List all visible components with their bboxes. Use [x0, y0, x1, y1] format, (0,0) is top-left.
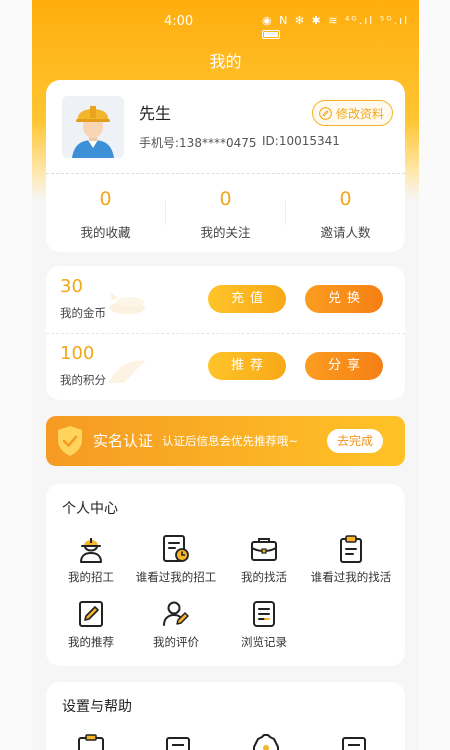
personal-center-card: 个人中心 我的招工 谁看过我的招工 我的找活 谁看过我的找活 我的推荐 我的评价… — [46, 484, 405, 666]
briefcase-icon — [251, 538, 277, 561]
grid-label: 谁看过我的找活 — [310, 570, 392, 584]
divider — [46, 173, 405, 174]
user-id: ID:10015341 — [262, 134, 340, 148]
status-icons: ◉ N ✻ ✱ ≋ ⁴ᴳ.ıl ⁵ᴳ.ıl — [262, 14, 419, 40]
page-title: 我的 — [209, 52, 242, 71]
section-title: 个人中心 — [62, 501, 118, 517]
left-margin — [0, 0, 32, 750]
share-button[interactable]: 分享 — [305, 352, 383, 380]
grid-label: 我的招工 — [68, 570, 114, 584]
points-value: 100 — [60, 343, 95, 364]
verify-title: 实名认证 — [93, 432, 154, 450]
grid-label: 我的评价 — [153, 635, 199, 649]
settings-help-card: 设置与帮助 — [46, 682, 405, 750]
right-margin — [419, 0, 450, 750]
user-name: 先生 — [139, 104, 172, 123]
edit-doc-icon — [79, 601, 103, 627]
stat-value: 0 — [339, 188, 352, 210]
status-time: 4:00 — [164, 14, 194, 29]
stat-label: 邀请人数 — [320, 225, 371, 240]
real-name-verify-banner[interactable]: 实名认证 认证后信息会优先推荐哦~ 去完成 — [46, 416, 405, 466]
help-doc-icon — [342, 737, 366, 750]
profile-card: 先生 手机号:138****0475 ID:10015341 修改资料 0 我的… — [46, 80, 405, 252]
grid-item-my-job-search[interactable]: 我的找活 — [219, 534, 309, 585]
worker-icon — [80, 538, 102, 563]
stat-label: 我的关注 — [200, 225, 251, 240]
points-row: 100 我的积分 推荐 分享 — [46, 333, 405, 400]
clipboard-icon — [340, 535, 362, 563]
app-screen: 4:00 ◉ N ✻ ✱ ≋ ⁴ᴳ.ıl ⁵ᴳ.ıl 我的 先生 手机号:138… — [32, 0, 419, 750]
coins-label: 我的金币 — [60, 306, 106, 320]
wallet-card: 30 我的金币 充值 兑换 100 我的积分 推荐 分享 — [46, 266, 405, 400]
grid-item-my-recruit[interactable]: 我的招工 — [46, 534, 136, 585]
grid-label: 我的找活 — [241, 570, 287, 584]
viewed-list-icon — [163, 535, 189, 562]
coins-row: 30 我的金币 充值 兑换 — [46, 266, 405, 333]
grid-item-my-review[interactable]: 我的评价 — [131, 599, 221, 650]
grid-label: 浏览记录 — [241, 635, 287, 649]
avatar[interactable] — [62, 96, 124, 158]
edit-profile-button[interactable]: 修改资料 — [311, 100, 393, 126]
grid-label: 谁看过我的招工 — [135, 570, 217, 584]
recommend-button[interactable]: 推荐 — [208, 352, 286, 380]
grid-item-my-recommend[interactable]: 我的推荐 — [46, 599, 136, 650]
stat-following[interactable]: 0 我的关注 — [166, 188, 285, 241]
status-bar: 4:00 ◉ N ✻ ✱ ≋ ⁴ᴳ.ıl ⁵ᴳ.ıl — [32, 12, 419, 39]
battery-icon — [262, 29, 280, 39]
phone-number: 手机号:138****0475 — [139, 136, 257, 150]
history-doc-icon — [253, 601, 275, 627]
grid-item-viewed-recruit[interactable]: 谁看过我的招工 — [131, 534, 221, 585]
document-icon — [166, 737, 190, 750]
settings-item-icon — [78, 734, 104, 750]
points-deco-icon — [108, 360, 146, 383]
verify-go-button[interactable]: 去完成 — [327, 429, 383, 453]
coin-deco-icon — [109, 292, 145, 314]
grid-item-browse-history[interactable]: 浏览记录 — [219, 599, 309, 650]
status-icon-glyphs: ◉ N ✻ ✱ ≋ ⁴ᴳ.ıl ⁵ᴳ.ıl — [262, 14, 410, 27]
grid-label: 我的推荐 — [68, 635, 114, 649]
section-title: 设置与帮助 — [62, 699, 132, 715]
stat-value: 0 — [219, 188, 232, 210]
shield-check-icon — [58, 426, 82, 456]
recharge-button[interactable]: 充值 — [208, 285, 286, 313]
verify-description: 认证后信息会优先推荐哦~ — [162, 434, 299, 448]
coins-value: 30 — [60, 276, 83, 297]
points-label: 我的积分 — [60, 373, 106, 387]
edit-profile-label: 修改资料 — [335, 106, 384, 121]
stat-value: 0 — [99, 188, 112, 210]
grid-item-viewed-job-search[interactable]: 谁看过我的找活 — [306, 534, 396, 585]
stat-favorites[interactable]: 0 我的收藏 — [46, 188, 165, 241]
exchange-button[interactable]: 兑换 — [305, 285, 383, 313]
gear-icon — [253, 734, 279, 750]
stat-label: 我的收藏 — [80, 225, 131, 240]
stat-invites[interactable]: 0 邀请人数 — [286, 188, 405, 241]
pencil-icon — [319, 106, 332, 120]
user-review-icon — [163, 601, 189, 626]
